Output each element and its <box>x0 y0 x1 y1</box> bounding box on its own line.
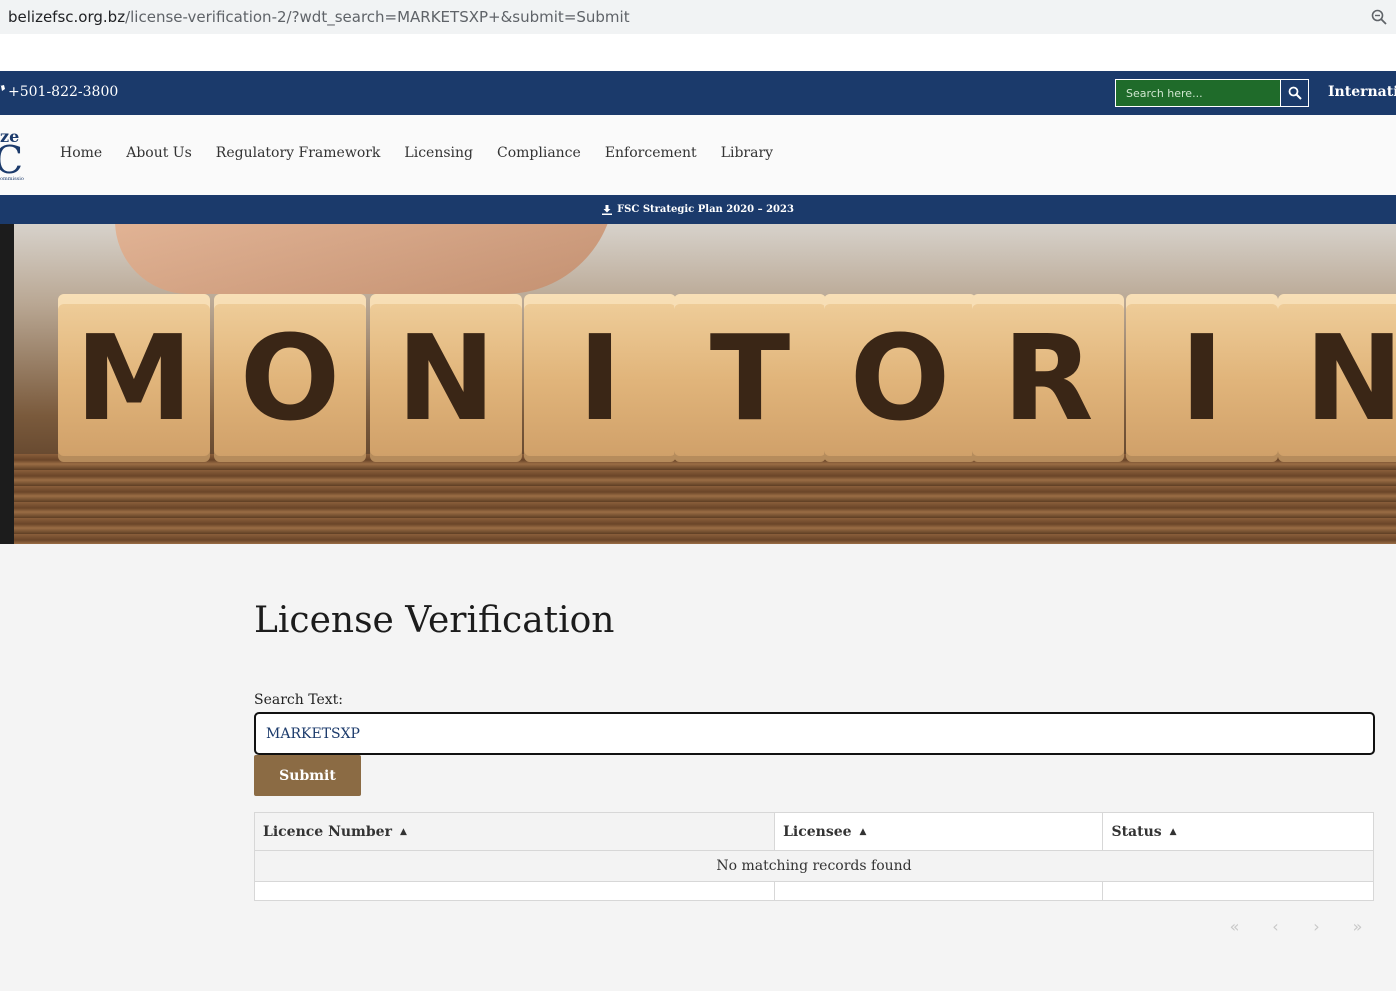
pager-next-button[interactable]: › <box>1308 917 1325 936</box>
letter-block: M <box>58 294 210 462</box>
search-text-label: Search Text: <box>254 692 343 708</box>
letter-block: R <box>972 294 1124 462</box>
letter-block: N <box>370 294 522 462</box>
url-domain: belizefsc.org.bz <box>8 8 126 26</box>
page-top-spacer <box>0 34 1396 71</box>
license-search-input[interactable] <box>254 712 1375 755</box>
strategic-plan-label: FSC Strategic Plan 2020 – 2023 <box>617 204 794 215</box>
nav-item-home[interactable]: Home <box>60 145 102 161</box>
main-navbar: ze C ommission Home About Us Regulatory … <box>0 115 1396 195</box>
letter-block: O <box>824 294 976 462</box>
table-footer-cell <box>1103 882 1373 900</box>
search-icon <box>1288 86 1302 100</box>
pagination: « ‹ › » <box>1226 917 1366 936</box>
site-logo[interactable]: ze C ommission <box>0 127 24 185</box>
nav-item-compliance[interactable]: Compliance <box>497 145 581 161</box>
hero-letter-blocks: M O N I T O R I N <box>58 294 1396 464</box>
letter-block: N <box>1278 294 1396 462</box>
nav-item-licensing[interactable]: Licensing <box>404 145 473 161</box>
sort-up-icon: ▲ <box>859 826 867 837</box>
logo-text-main: C <box>0 138 24 182</box>
address-bar[interactable]: belizefsc.org.bz/license-verification-2/… <box>0 0 1396 34</box>
url-path: /license-verification-2/?wdt_search=MARK… <box>125 8 630 26</box>
column-header-licensee[interactable]: Licensee ▲ <box>775 813 1104 851</box>
sort-up-icon: ▲ <box>1169 826 1177 837</box>
site-search <box>1115 79 1309 107</box>
table-footer-cell <box>255 882 776 900</box>
nav-item-about-us[interactable]: About Us <box>126 145 192 161</box>
column-header-label: Status <box>1111 823 1162 840</box>
table-header-row: Licence Number ▲ Licensee ▲ Status ▲ <box>255 813 1373 851</box>
phone-contact[interactable]: +501-822-3800 <box>0 84 118 100</box>
download-icon <box>602 204 613 215</box>
strategic-plan-link[interactable]: FSC Strategic Plan 2020 – 2023 <box>0 195 1396 224</box>
phone-number: +501-822-3800 <box>8 84 119 100</box>
hero-wood-table <box>14 454 1396 544</box>
sort-up-icon: ▲ <box>399 826 407 837</box>
column-header-status[interactable]: Status ▲ <box>1103 813 1373 851</box>
hero-hand <box>115 224 615 294</box>
site-search-button[interactable] <box>1281 79 1309 107</box>
column-header-licence-number[interactable]: Licence Number ▲ <box>255 813 776 851</box>
letter-block: O <box>214 294 366 462</box>
logo-text-sub: ommission <box>0 176 24 182</box>
international-link[interactable]: International <box>1328 84 1396 100</box>
nav-item-enforcement[interactable]: Enforcement <box>605 145 697 161</box>
letter-block: I <box>524 294 676 462</box>
top-bar: +501-822-3800 International <box>0 71 1396 115</box>
table-footer-cell <box>775 882 1104 900</box>
license-results-table: Licence Number ▲ Licensee ▲ Status ▲ No mat… <box>254 812 1374 901</box>
pager-first-button[interactable]: « <box>1226 917 1243 936</box>
phone-icon <box>0 85 5 91</box>
nav-menu: Home About Us Regulatory Framework Licen… <box>60 145 773 161</box>
table-footer-row <box>255 882 1373 900</box>
site-search-input[interactable] <box>1115 79 1281 107</box>
pager-last-button[interactable]: » <box>1349 917 1366 936</box>
hero-banner-image: M O N I T O R I N <box>0 224 1396 544</box>
table-empty-row: No matching records found <box>255 851 1373 882</box>
page-title: License Verification <box>254 600 615 641</box>
submit-button[interactable]: Submit <box>254 755 361 796</box>
column-header-label: Licence Number <box>263 823 392 840</box>
nav-item-regulatory-framework[interactable]: Regulatory Framework <box>216 145 381 161</box>
nav-item-library[interactable]: Library <box>721 145 773 161</box>
hero-dark-edge <box>0 224 14 544</box>
letter-block: T <box>674 294 826 462</box>
pager-prev-button[interactable]: ‹ <box>1267 917 1284 936</box>
column-header-label: Licensee <box>783 823 852 840</box>
letter-block: I <box>1126 294 1278 462</box>
zoom-icon[interactable] <box>1370 8 1388 26</box>
